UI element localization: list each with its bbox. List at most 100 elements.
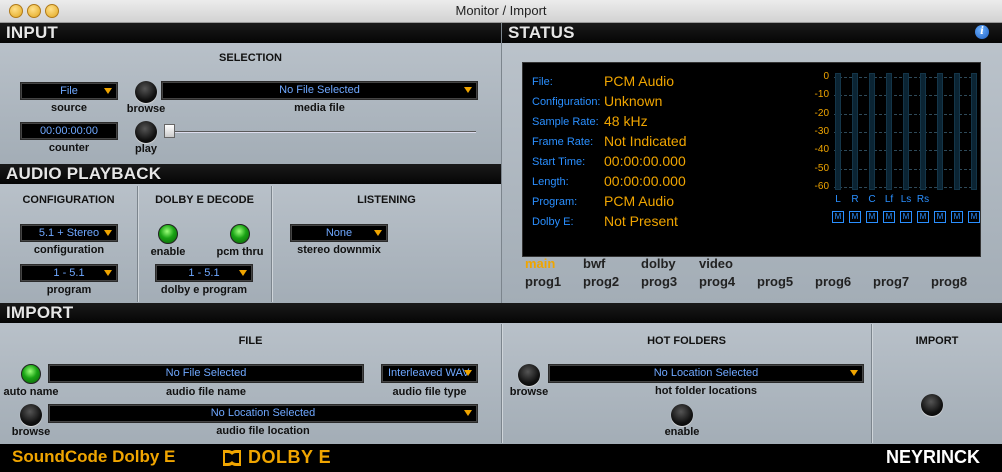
audio-file-name-label: audio file name [165, 386, 247, 398]
program-value: 1 - 5.1 [53, 267, 85, 279]
audio-file-name-value: No File Selected [165, 367, 247, 379]
configuration-label: configuration [33, 244, 105, 256]
listening-title: LISTENING [357, 194, 416, 206]
status-label: Dolby E: [532, 216, 574, 228]
dolby-e-program-value: 1 - 5.1 [188, 267, 220, 279]
status-header-text: STATUS [508, 23, 575, 42]
position-slider-track[interactable] [170, 131, 476, 132]
hot-folder-locations-dropdown[interactable]: No Location Selected [548, 364, 864, 383]
configuration-dropdown[interactable]: 5.1 + Stereo [20, 224, 118, 242]
counter-value: 00:00:00:00 [39, 125, 99, 137]
auto-name-led-button[interactable] [21, 364, 41, 384]
tab-prog1[interactable]: prog1 [525, 274, 561, 289]
info-icon[interactable]: i [975, 25, 989, 39]
audio-file-type-dropdown[interactable]: Interleaved WAV [381, 364, 478, 383]
audio-file-name-field[interactable]: No File Selected [48, 364, 364, 383]
channel-meter [852, 73, 858, 190]
source-dropdown[interactable]: File [20, 82, 118, 100]
enable-led-button[interactable] [158, 224, 178, 244]
db-scale-label: 0 [823, 71, 829, 82]
program-label: program [46, 284, 92, 296]
db-scale-label: -60 [814, 180, 829, 192]
program-dropdown[interactable]: 1 - 5.1 [20, 264, 118, 282]
db-scale-label: -10 [814, 89, 829, 101]
tab-prog4[interactable]: prog4 [699, 274, 735, 289]
hot-folder-enable-button[interactable] [671, 404, 693, 426]
mute-button[interactable]: M [900, 211, 912, 223]
hot-folder-locations-label: hot folder locations [654, 385, 758, 397]
pcm-thru-label: pcm thru [216, 246, 264, 258]
chevron-down-icon [239, 270, 247, 276]
mute-button[interactable]: M [934, 211, 946, 223]
status-value: 48 kHz [604, 113, 648, 129]
channel-meter [920, 73, 926, 190]
chevron-down-icon [104, 270, 112, 276]
tab-prog6[interactable]: prog6 [815, 274, 851, 289]
media-file-label: media file [294, 102, 345, 114]
channel-meter [903, 73, 909, 190]
status-value: 00:00:00.000 [604, 173, 686, 189]
import-header-text: IMPORT [6, 303, 74, 322]
db-scale-label: -30 [814, 125, 829, 137]
file-title: FILE [238, 335, 263, 347]
window-title: Monitor / Import [455, 3, 547, 18]
tab-prog7[interactable]: prog7 [873, 274, 909, 289]
configuration-value: 5.1 + Stereo [38, 227, 100, 239]
import-browse-button[interactable] [20, 404, 42, 426]
status-label: Start Time: [532, 156, 586, 168]
chevron-down-icon [464, 87, 472, 93]
audio-file-type-label: audio file type [392, 386, 467, 398]
audio-file-location-label: audio file location [216, 425, 310, 437]
configuration-title: CONFIGURATION [22, 194, 115, 206]
dolby-e-program-dropdown[interactable]: 1 - 5.1 [155, 264, 253, 282]
source-value: File [60, 85, 78, 97]
channel-meter [886, 73, 892, 190]
media-file-dropdown[interactable]: No File Selected [161, 81, 478, 100]
tab-main[interactable]: main [525, 256, 555, 271]
play-label: play [134, 143, 157, 155]
tab-bwf[interactable]: bwf [583, 256, 605, 271]
dolby-e-decode-title: DOLBY E DECODE [155, 194, 254, 206]
chevron-down-icon [464, 410, 472, 416]
tab-video[interactable]: video [699, 256, 733, 271]
status-value: 00:00:00.000 [604, 153, 686, 169]
tab-dolby[interactable]: dolby [641, 256, 676, 271]
status-label: Length: [532, 176, 569, 188]
mute-button[interactable]: M [951, 211, 963, 223]
stereo-downmix-label: stereo downmix [297, 244, 381, 256]
audio-playback-header-text: AUDIO PLAYBACK [6, 164, 162, 183]
audio-file-location-dropdown[interactable]: No Location Selected [48, 404, 478, 423]
audio-file-type-value: Interleaved WAV [388, 367, 470, 379]
counter-display: 00:00:00:00 [20, 122, 118, 140]
footer: SoundCode Dolby E DOLBY E NEYRINCK [0, 444, 1002, 472]
status-label: Sample Rate: [532, 116, 599, 128]
import-header: IMPORT [0, 303, 1002, 323]
status-header: STATUS [502, 23, 1002, 43]
position-slider-thumb[interactable] [164, 124, 175, 138]
mute-button[interactable]: M [849, 211, 861, 223]
browse-button[interactable] [135, 81, 157, 103]
mute-button[interactable]: M [968, 211, 980, 223]
play-button[interactable] [135, 121, 157, 143]
status-label: File: [532, 76, 553, 88]
import-button[interactable] [921, 394, 943, 416]
mute-button[interactable]: M [832, 211, 844, 223]
db-scale-label: -40 [814, 144, 829, 156]
mute-button[interactable]: M [917, 211, 929, 223]
channel-meter [835, 73, 841, 190]
mute-button[interactable]: M [883, 211, 895, 223]
status-display: File: PCM Audio Configuration: Unknown Sampl… [522, 62, 981, 257]
mute-button[interactable]: M [866, 211, 878, 223]
hot-folder-browse-button[interactable] [518, 364, 540, 386]
pcm-thru-led-button[interactable] [230, 224, 250, 244]
tab-prog5[interactable]: prog5 [757, 274, 793, 289]
status-label: Program: [532, 196, 578, 208]
selection-title: SELECTION [219, 52, 282, 64]
title-bar: Monitor / Import [0, 0, 1002, 23]
hot-folders-title: HOT FOLDERS [647, 335, 726, 347]
tab-prog8[interactable]: prog8 [931, 274, 967, 289]
tab-prog2[interactable]: prog2 [583, 274, 619, 289]
stereo-downmix-dropdown[interactable]: None [290, 224, 388, 242]
chevron-down-icon [104, 230, 112, 236]
tab-prog3[interactable]: prog3 [641, 274, 677, 289]
